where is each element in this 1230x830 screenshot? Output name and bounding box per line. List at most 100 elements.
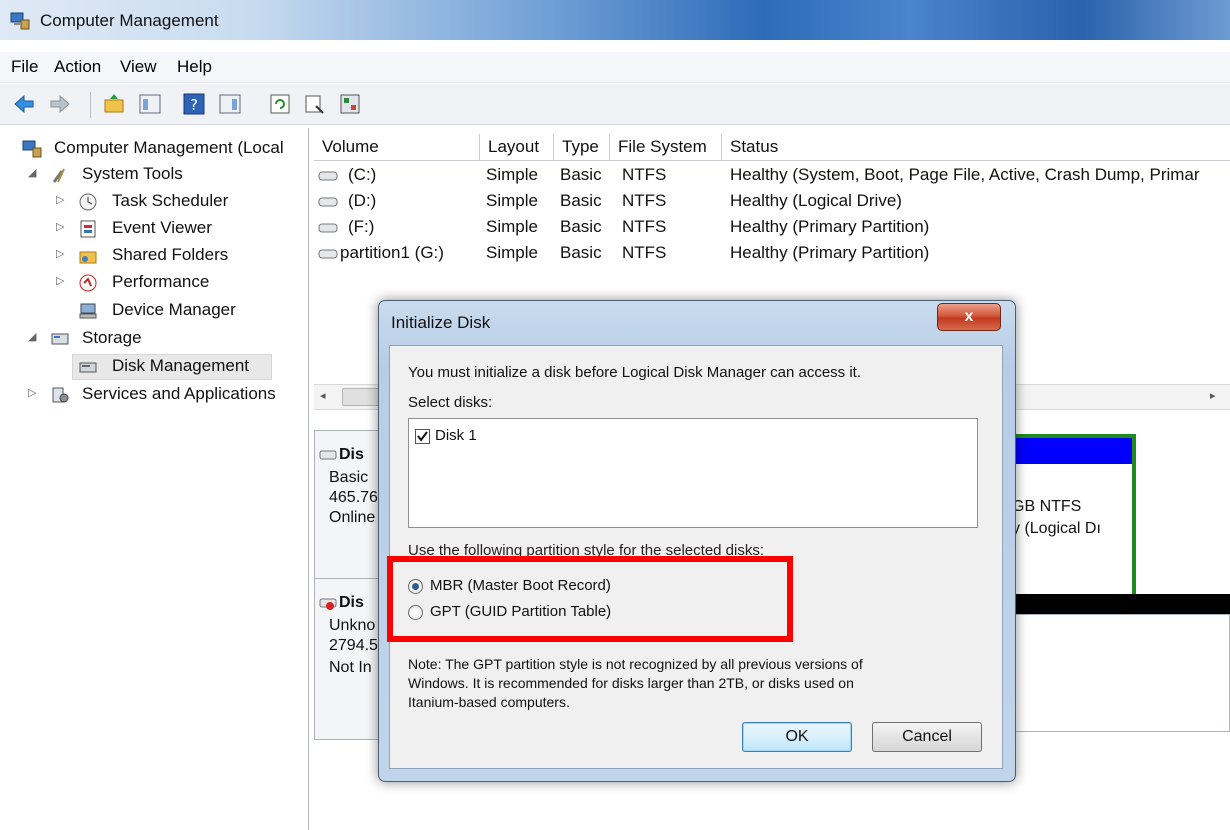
table-row[interactable]: (C:) Simple Basic NTFS Healthy (System, … bbox=[314, 162, 1230, 188]
column-header-volume[interactable]: Volume bbox=[314, 134, 480, 160]
dialog-title: Initialize Disk bbox=[391, 313, 491, 332]
disk-kind: Basic bbox=[329, 469, 369, 486]
volume-status: Healthy (Logical Drive) bbox=[730, 191, 902, 210]
performance-icon bbox=[79, 274, 97, 292]
expand-arrow-icon[interactable]: ▷ bbox=[56, 220, 64, 233]
tree-label: System Tools bbox=[82, 164, 183, 183]
window-title-bar[interactable]: Computer Management bbox=[0, 0, 1230, 40]
partition-status: y (Logical Dı bbox=[1012, 520, 1101, 537]
table-row[interactable]: (F:) Simple Basic NTFS Healthy (Primary … bbox=[314, 214, 1230, 240]
tree-label: Task Scheduler bbox=[112, 191, 229, 210]
volume-fs: NTFS bbox=[622, 217, 667, 236]
cancel-button[interactable]: Cancel bbox=[872, 722, 982, 752]
initialize-disk-dialog: Initialize Disk x You must initialize a … bbox=[378, 300, 1016, 782]
volume-drive-icon bbox=[318, 223, 338, 233]
partition-d[interactable]: GB NTFS y (Logical Dı bbox=[1004, 434, 1136, 598]
window-title: Computer Management bbox=[40, 11, 219, 30]
expand-arrow-icon[interactable]: ▷ bbox=[56, 274, 64, 287]
expand-arrow-icon[interactable]: ▷ bbox=[56, 247, 64, 260]
menu-file[interactable]: File bbox=[11, 57, 38, 77]
expand-arrow-icon[interactable]: ▷ bbox=[56, 193, 64, 206]
column-header-file-system[interactable]: File System bbox=[610, 134, 722, 160]
disk-settings-icon[interactable] bbox=[338, 92, 362, 116]
dialog-intro-text: You must initialize a disk before Logica… bbox=[408, 364, 862, 381]
volume-type: Basic bbox=[560, 243, 602, 262]
collapse-arrow-icon[interactable]: ◢ bbox=[28, 166, 36, 179]
volume-fs: NTFS bbox=[622, 243, 667, 262]
volume-drive-icon bbox=[318, 197, 338, 207]
note-line-2: Windows. It is recommended for disks lar… bbox=[408, 675, 854, 691]
volume-fs: NTFS bbox=[622, 191, 667, 210]
disk-kind: Unkno bbox=[329, 617, 376, 634]
note-line-3: Itanium-based computers. bbox=[408, 694, 570, 710]
disk-checkbox[interactable] bbox=[415, 429, 430, 444]
volume-type: Basic bbox=[560, 217, 602, 236]
collapse-arrow-icon[interactable]: ◢ bbox=[28, 330, 36, 343]
storage-icon bbox=[51, 333, 69, 345]
volume-layout: Simple bbox=[486, 191, 538, 210]
disk-list-item[interactable]: Disk 1 bbox=[415, 427, 615, 447]
volume-list-header: Volume Layout Type File System Status bbox=[314, 134, 1230, 161]
volume-drive-icon bbox=[318, 249, 338, 259]
disk-list[interactable]: Disk 1 bbox=[408, 418, 978, 528]
menu-view[interactable]: View bbox=[120, 57, 157, 77]
unallocated-bar[interactable] bbox=[1010, 594, 1230, 614]
volume-layout: Simple bbox=[486, 165, 538, 184]
disk-name: Dis bbox=[339, 446, 364, 463]
table-row[interactable]: (D:) Simple Basic NTFS Healthy (Logical … bbox=[314, 188, 1230, 214]
ok-button[interactable]: OK bbox=[742, 722, 852, 752]
column-header-type[interactable]: Type bbox=[554, 134, 610, 160]
services-icon bbox=[52, 387, 69, 403]
disk-item-label: Disk 1 bbox=[435, 427, 477, 444]
disk-size: 2794.5 bbox=[329, 637, 378, 654]
volume-fs: NTFS bbox=[622, 165, 667, 184]
toolbar: ? bbox=[0, 84, 1230, 125]
menu-help[interactable]: Help bbox=[177, 57, 212, 77]
computer-management-icon bbox=[22, 140, 42, 158]
tree-label: Event Viewer bbox=[112, 218, 212, 237]
volume-status: Healthy (Primary Partition) bbox=[730, 243, 930, 262]
partition-fs: GB NTFS bbox=[1012, 498, 1082, 515]
device-manager-icon bbox=[79, 303, 97, 319]
tree-label: Shared Folders bbox=[112, 245, 229, 264]
svg-text:?: ? bbox=[190, 96, 198, 114]
show-action-pane-icon[interactable] bbox=[218, 92, 242, 116]
help-icon[interactable]: ? bbox=[182, 92, 206, 116]
volume-status: Healthy (System, Boot, Page File, Active… bbox=[730, 165, 1200, 184]
toolbar-separator bbox=[90, 92, 91, 118]
show-hide-tree-icon[interactable] bbox=[138, 92, 162, 116]
tree-label: Computer Management (Local bbox=[54, 138, 284, 157]
close-button[interactable]: x bbox=[937, 303, 1001, 331]
volume-drive-icon bbox=[318, 171, 338, 181]
check-mark-icon bbox=[417, 431, 428, 442]
volume-type: Basic bbox=[560, 191, 602, 210]
scroll-left-icon[interactable]: ◂ bbox=[320, 389, 326, 402]
forward-arrow-icon[interactable] bbox=[48, 92, 72, 116]
tree-label: Storage bbox=[82, 328, 142, 347]
menu-action[interactable]: Action bbox=[54, 57, 101, 77]
scroll-right-icon[interactable]: ▸ bbox=[1210, 389, 1216, 402]
volume-layout: Simple bbox=[486, 243, 538, 262]
volume-name: (D:) bbox=[348, 191, 377, 210]
properties-icon[interactable] bbox=[302, 92, 326, 116]
refresh-icon[interactable] bbox=[268, 92, 292, 116]
partition-style-highlight-box bbox=[387, 556, 793, 642]
disk-name: Dis bbox=[339, 594, 364, 611]
column-header-layout[interactable]: Layout bbox=[480, 134, 554, 160]
volume-name: (C:) bbox=[348, 165, 377, 184]
volume-name: (F:) bbox=[348, 217, 375, 236]
tree-label: Disk Management bbox=[112, 356, 250, 375]
disk-state: Online bbox=[329, 509, 376, 526]
unallocated-region[interactable] bbox=[1010, 614, 1230, 732]
disk-error-icon bbox=[319, 598, 337, 610]
shared-folder-icon bbox=[79, 251, 97, 264]
computer-management-icon bbox=[10, 12, 30, 30]
disk-size: 465.76 bbox=[329, 489, 378, 506]
up-folder-icon[interactable] bbox=[102, 92, 126, 116]
volume-layout: Simple bbox=[486, 217, 538, 236]
table-row[interactable]: partition1 (G:) Simple Basic NTFS Health… bbox=[314, 240, 1230, 266]
expand-arrow-icon[interactable]: ▷ bbox=[28, 386, 36, 399]
back-arrow-icon[interactable] bbox=[12, 92, 36, 116]
tree-label: Device Manager bbox=[112, 300, 236, 319]
column-header-status[interactable]: Status bbox=[722, 134, 1230, 160]
